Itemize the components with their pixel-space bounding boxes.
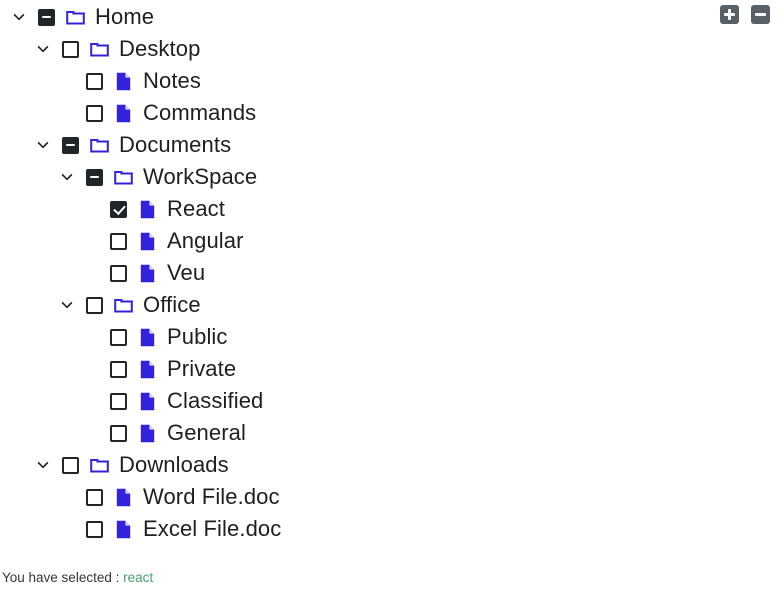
tree-node-label: Word File.doc [143,484,280,509]
chevron-placeholder [80,390,102,412]
tree-checkbox-unchecked[interactable] [86,488,103,506]
file-icon [137,262,157,284]
tree-node-excel-file-doc[interactable]: Excel File.doc [0,513,780,545]
folder-icon [89,134,109,156]
expand-all-button[interactable] [720,5,739,24]
tree-node-classified[interactable]: Classified [0,385,780,417]
tree-checkbox-indeterminate[interactable] [38,8,55,26]
tree-node-label: Excel File.doc [143,516,282,541]
file-icon [137,422,157,444]
tree-checkbox-unchecked[interactable] [62,40,79,58]
tree-checkbox-indeterminate[interactable] [62,136,79,154]
selection-status-prefix: You have selected : [2,570,124,585]
tree-node-office[interactable]: Office [0,289,780,321]
tree-node-angular[interactable]: Angular [0,225,780,257]
tree-node-documents[interactable]: Documents [0,129,780,161]
folder-icon [113,166,133,188]
file-icon [113,518,133,540]
tree-node-label: Downloads [119,452,229,477]
tree-node-label: Commands [143,100,257,125]
tree-checkbox-unchecked[interactable] [110,424,127,442]
chevron-down-icon[interactable] [32,38,54,60]
tree-node-veu[interactable]: Veu [0,257,780,289]
chevron-down-icon[interactable] [8,6,30,28]
chevron-placeholder [56,102,78,124]
tree-node-downloads[interactable]: Downloads [0,449,780,481]
tree-checkbox-unchecked[interactable] [86,72,103,90]
tree-checkbox-unchecked[interactable] [86,296,103,314]
tree-node-public[interactable]: Public [0,321,780,353]
tree-node-label: General [167,420,246,445]
plus-icon-vertical [728,9,731,20]
chevron-placeholder [56,70,78,92]
selection-status: You have selected : react [2,570,153,586]
tree-node-label: Home [95,4,155,29]
tree-node-private[interactable]: Private [0,353,780,385]
tree-node-label: Office [143,292,201,317]
tree-toolbar [720,5,770,24]
chevron-down-icon[interactable] [56,166,78,188]
tree-node-label: Classified [167,388,264,413]
tree-node-workspace[interactable]: WorkSpace [0,161,780,193]
tree-node-label: React [167,196,225,221]
tree-checkbox-unchecked[interactable] [110,328,127,346]
tree-node-desktop[interactable]: Desktop [0,33,780,65]
folder-icon [89,38,109,60]
tree-node-label: Public [167,324,228,349]
tree-node-react[interactable]: React [0,193,780,225]
tree-view: Home Desktop Notes Commands Documents WorkSpa… [0,0,780,545]
file-icon [113,70,133,92]
tree-checkbox-unchecked[interactable] [110,360,127,378]
file-icon [137,326,157,348]
chevron-placeholder [80,262,102,284]
tree-checkbox-indeterminate[interactable] [86,168,103,186]
tree-checkbox-unchecked[interactable] [62,456,79,474]
chevron-placeholder [80,198,102,220]
folder-icon [65,6,85,28]
tree-node-word-file-doc[interactable]: Word File.doc [0,481,780,513]
tree-checkbox-checked[interactable] [110,200,127,218]
file-tree-app: Home Desktop Notes Commands Documents WorkSpa… [0,0,780,592]
file-icon [137,390,157,412]
chevron-down-icon[interactable] [32,134,54,156]
chevron-placeholder [80,358,102,380]
selection-status-value: react [123,570,154,585]
tree-checkbox-unchecked[interactable] [110,392,127,410]
tree-checkbox-unchecked[interactable] [86,104,103,122]
collapse-all-button[interactable] [751,5,770,24]
chevron-down-icon[interactable] [56,294,78,316]
tree-checkbox-unchecked[interactable] [110,264,127,282]
tree-node-label: Notes [143,68,201,93]
tree-node-label: Desktop [119,36,201,61]
tree-node-general[interactable]: General [0,417,780,449]
folder-icon [113,294,133,316]
file-icon [113,486,133,508]
chevron-placeholder [56,518,78,540]
chevron-down-icon[interactable] [32,454,54,476]
file-icon [137,358,157,380]
tree-node-label: Private [167,356,237,381]
tree-node-notes[interactable]: Notes [0,65,780,97]
tree-node-label: WorkSpace [143,164,258,189]
chevron-placeholder [80,422,102,444]
chevron-placeholder [80,230,102,252]
tree-node-label: Documents [119,132,232,157]
chevron-placeholder [80,326,102,348]
chevron-placeholder [56,486,78,508]
minus-icon [755,13,766,16]
tree-checkbox-unchecked[interactable] [86,520,103,538]
folder-icon [89,454,109,476]
tree-node-commands[interactable]: Commands [0,97,780,129]
tree-node-label: Angular [167,228,244,253]
file-icon [137,198,157,220]
file-icon [113,102,133,124]
tree-node-home[interactable]: Home [0,1,780,33]
tree-node-label: Veu [167,260,206,285]
tree-checkbox-unchecked[interactable] [110,232,127,250]
file-icon [137,230,157,252]
